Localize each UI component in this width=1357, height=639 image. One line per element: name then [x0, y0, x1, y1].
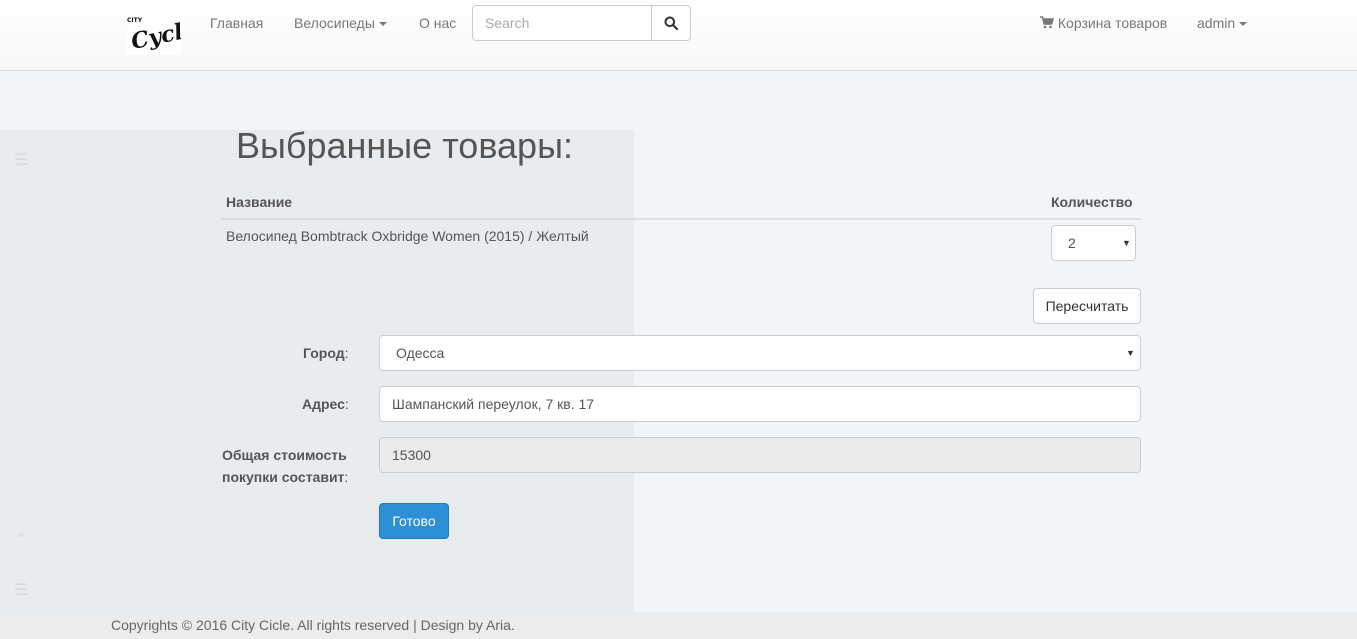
nav-bicycles-dropdown[interactable]: Велосипеды: [294, 15, 387, 33]
recalculate-button[interactable]: Пересчитать: [1033, 288, 1141, 324]
city-select-value: Одесса: [396, 345, 445, 361]
caret-down-icon: [378, 22, 387, 27]
submit-order-button[interactable]: Готово: [379, 503, 449, 539]
search-group: [472, 5, 691, 41]
city-label: Город:: [303, 345, 349, 361]
nav-cart-link[interactable]: Корзина товаров: [1040, 15, 1167, 33]
nav-about-link[interactable]: О нас: [419, 15, 456, 33]
column-header-quantity: Количество: [1051, 194, 1133, 210]
menu-icon: ☰: [14, 152, 29, 169]
footer-copyright: Copyrights © 2016 City Cicle. All rights…: [111, 617, 515, 633]
city-select[interactable]: Одесса ▼: [379, 335, 1141, 371]
quantity-value: 2: [1068, 235, 1076, 251]
caret-down-icon: [1239, 22, 1248, 27]
chevron-up-icon: ⌃: [14, 532, 28, 549]
nav-cart-label: Корзина товаров: [1057, 15, 1168, 31]
cart-item-name[interactable]: Велосипед Bombtrack Oxbridge Women (2015…: [226, 228, 589, 246]
shopping-cart-icon: [1040, 16, 1055, 29]
total-label: Общая стоимость покупки составит:: [222, 447, 349, 485]
side-overlay-panel: ☰ ⌃ ☰: [0, 130, 634, 639]
search-input[interactable]: [473, 6, 652, 40]
menu-icon: ☰: [14, 582, 29, 599]
table-header-divider: [221, 218, 1141, 220]
nav-bicycles-label: Велосипеды: [294, 15, 375, 31]
city-cycle-logo[interactable]: CITY Cycle: [127, 13, 181, 55]
navbar: CITY Cycle Главная Велосипеды О нас Корз…: [0, 0, 1357, 71]
user-name: admin: [1197, 15, 1236, 31]
search-button[interactable]: [651, 6, 690, 40]
select-arrow-icon: ▼: [1122, 238, 1131, 248]
nav-home-link[interactable]: Главная: [210, 15, 263, 33]
column-header-name: Название: [226, 194, 293, 210]
select-arrow-icon: ▼: [1126, 348, 1135, 358]
address-label: Адрес:: [302, 396, 349, 412]
svg-text:CITY: CITY: [127, 17, 143, 24]
quantity-select[interactable]: 2 ▼: [1051, 225, 1136, 261]
address-input[interactable]: Шампанский переулок, 7 кв. 17: [379, 386, 1141, 422]
total-cost-field: 15300: [379, 437, 1141, 473]
page-title: Выбранные товары:: [236, 125, 573, 166]
user-menu-dropdown[interactable]: admin: [1197, 15, 1248, 33]
search-icon: [664, 16, 678, 30]
